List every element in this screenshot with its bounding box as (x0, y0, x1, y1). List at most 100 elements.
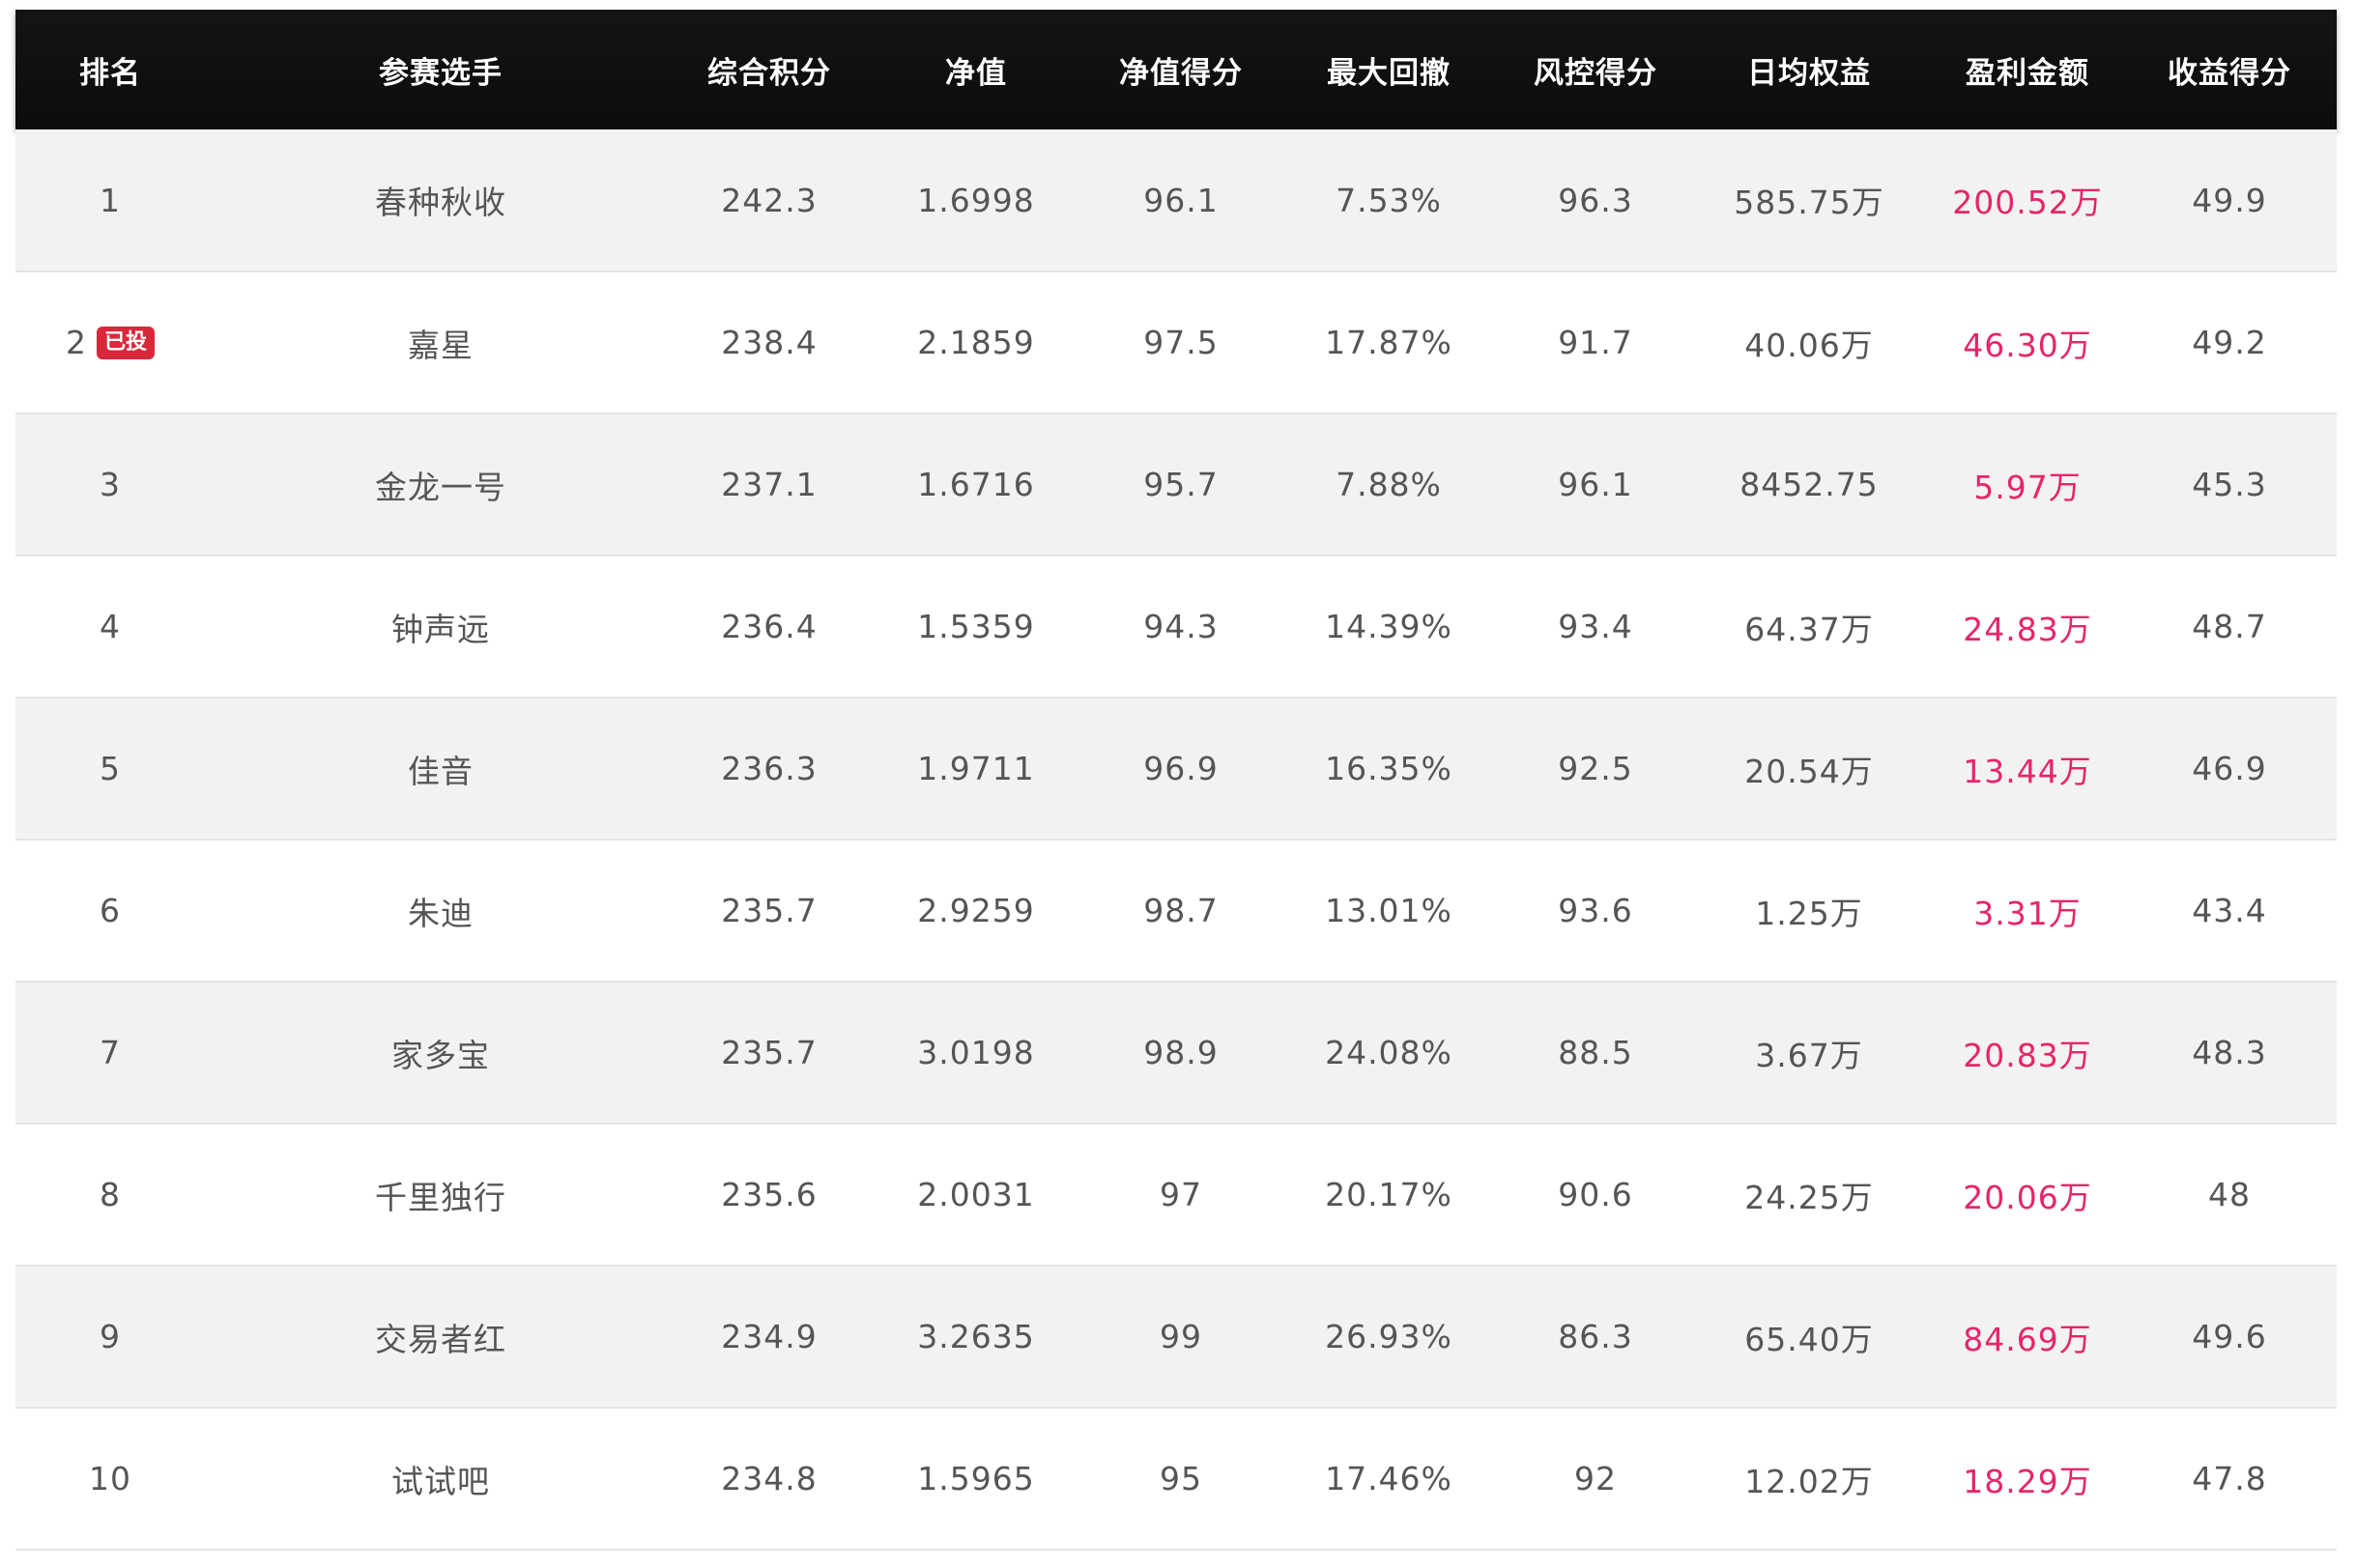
table-row[interactable]: 9 交易者红 234.9 3.2635 99 26.93% 86.3 65.40… (15, 1266, 2337, 1408)
profit-cell: 200.52万 (1952, 184, 2103, 221)
header-row: 排名 参赛选手 综合积分 净值 净值得分 最大回撤 风控得分 日均权益 盈利金额… (15, 10, 2337, 129)
nav-score-cell: 97.5 (1143, 324, 1219, 361)
table-row[interactable]: 7 家多宝 235.7 3.0198 98.9 24.08% 88.5 3.67… (15, 982, 2337, 1124)
nav-cell: 1.6716 (917, 466, 1035, 503)
nav-cell: 2.0031 (917, 1176, 1035, 1213)
profit-cell: 13.44万 (1963, 752, 2092, 790)
equity-cell: 64.37万 (1744, 610, 1874, 648)
rank-value: 5 (100, 750, 121, 787)
drawdown-cell: 17.46% (1325, 1460, 1452, 1497)
drawdown-cell: 14.39% (1325, 608, 1452, 645)
table-row[interactable]: 1 春种秋收 242.3 1.6998 96.1 7.53% 96.3 585.… (15, 129, 2337, 271)
table-row[interactable]: 3 金龙一号 237.1 1.6716 95.7 7.88% 96.1 8452… (15, 413, 2337, 556)
header-score[interactable]: 综合积分 (676, 10, 862, 129)
nav-cell: 1.5965 (917, 1460, 1035, 1497)
nav-cell: 3.2635 (917, 1318, 1035, 1355)
profit-cell: 5.97万 (1973, 468, 2082, 506)
header-risk-score[interactable]: 风控得分 (1506, 10, 1685, 129)
drawdown-cell: 17.87% (1325, 324, 1452, 361)
header-profit[interactable]: 盈利金额 (1933, 10, 2122, 129)
nav-cell: 1.5359 (917, 608, 1035, 645)
player-cell[interactable]: 钟声远 (205, 556, 676, 698)
risk-score-cell: 93.6 (1558, 892, 1633, 929)
return-score-cell: 45.3 (2192, 466, 2267, 503)
rank-cell: 8 (15, 1124, 205, 1266)
player-cell[interactable]: 朱迪 (205, 840, 676, 982)
rank-cell: 9 (15, 1266, 205, 1408)
rank-cell: 10 (15, 1408, 205, 1550)
equity-cell: 585.75万 (1734, 184, 1884, 221)
profit-cell: 20.83万 (1963, 1036, 2092, 1074)
profit-cell: 46.30万 (1963, 326, 2092, 364)
profit-cell: 18.29万 (1963, 1462, 2092, 1500)
nav-score-cell: 98.9 (1143, 1034, 1219, 1071)
risk-score-cell: 86.3 (1558, 1318, 1633, 1355)
rank-cell: 7 (15, 982, 205, 1124)
ranking-table-container: 排名 参赛选手 综合积分 净值 净值得分 最大回撤 风控得分 日均权益 盈利金额… (15, 10, 2337, 1551)
player-cell[interactable]: 家多宝 (205, 982, 676, 1124)
header-nav[interactable]: 净值 (862, 10, 1090, 129)
player-cell[interactable]: 金龙一号 (205, 413, 676, 556)
rank-value: 1 (100, 181, 121, 219)
table-row[interactable]: 5 佳音 236.3 1.9711 96.9 16.35% 92.5 20.54… (15, 698, 2337, 840)
header-nav-score[interactable]: 净值得分 (1090, 10, 1272, 129)
header-player[interactable]: 参赛选手 (205, 10, 676, 129)
nav-score-cell: 96.1 (1143, 181, 1219, 219)
score-cell: 242.3 (721, 181, 818, 219)
profit-cell: 3.31万 (1973, 894, 2082, 932)
header-drawdown[interactable]: 最大回撤 (1272, 10, 1506, 129)
rank-value: 9 (100, 1318, 121, 1355)
profit-cell: 84.69万 (1963, 1320, 2092, 1358)
nav-score-cell: 99 (1160, 1318, 1202, 1355)
drawdown-cell: 7.53% (1336, 181, 1442, 219)
return-score-cell: 49.6 (2192, 1318, 2267, 1355)
equity-cell: 3.67万 (1755, 1036, 1863, 1074)
rank-value: 2 (65, 324, 87, 361)
table-row[interactable]: 6 朱迪 235.7 2.9259 98.7 13.01% 93.6 1.25万… (15, 840, 2337, 982)
drawdown-cell: 20.17% (1325, 1176, 1452, 1213)
player-cell[interactable]: 春种秋收 (205, 129, 676, 271)
table-row[interactable]: 2 已投 嘉星 238.4 2.1859 97.5 17.87% 91.7 40.… (15, 271, 2337, 413)
return-score-cell: 47.8 (2192, 1460, 2267, 1497)
return-score-cell: 46.9 (2192, 750, 2267, 787)
equity-cell: 20.54万 (1744, 752, 1874, 790)
rank-cell: 6 (15, 840, 205, 982)
return-score-cell: 49.9 (2192, 181, 2267, 219)
rank-value: 8 (100, 1176, 121, 1213)
nav-cell: 2.9259 (917, 892, 1035, 929)
player-cell[interactable]: 千里独行 (205, 1124, 676, 1266)
header-equity[interactable]: 日均权益 (1685, 10, 1933, 129)
equity-cell: 24.25万 (1744, 1178, 1874, 1216)
header-rank[interactable]: 排名 (15, 10, 205, 129)
risk-score-cell: 93.4 (1558, 608, 1633, 645)
rank-value: 7 (100, 1034, 121, 1071)
table-row[interactable]: 10 试试吧 234.8 1.5965 95 17.46% 92 12.02万 … (15, 1408, 2337, 1550)
player-cell[interactable]: 交易者红 (205, 1266, 676, 1408)
table-row[interactable]: 8 千里独行 235.6 2.0031 97 20.17% 90.6 24.25… (15, 1124, 2337, 1266)
risk-score-cell: 90.6 (1558, 1176, 1633, 1213)
equity-cell: 1.25万 (1755, 894, 1863, 932)
nav-score-cell: 95 (1160, 1460, 1202, 1497)
player-cell[interactable]: 试试吧 (205, 1408, 676, 1550)
score-cell: 237.1 (721, 466, 818, 503)
score-cell: 236.4 (721, 608, 818, 645)
rank-cell: 2 已投 (15, 271, 205, 413)
table-row[interactable]: 4 钟声远 236.4 1.5359 94.3 14.39% 93.4 64.3… (15, 556, 2337, 698)
equity-cell: 8452.75 (1739, 466, 1879, 503)
rank-cell: 1 (15, 129, 205, 271)
player-cell[interactable]: 佳音 (205, 698, 676, 840)
score-cell: 234.8 (721, 1460, 818, 1497)
header-return-score[interactable]: 收益得分 (2122, 10, 2337, 129)
rank-value: 6 (100, 892, 121, 929)
drawdown-cell: 7.88% (1336, 466, 1442, 503)
rank-value: 4 (100, 608, 121, 645)
nav-cell: 3.0198 (917, 1034, 1035, 1071)
score-cell: 235.7 (721, 892, 818, 929)
rank-cell: 3 (15, 413, 205, 556)
drawdown-cell: 26.93% (1325, 1318, 1452, 1355)
drawdown-cell: 16.35% (1325, 750, 1452, 787)
score-cell: 236.3 (721, 750, 818, 787)
ranking-table: 排名 参赛选手 综合积分 净值 净值得分 最大回撤 风控得分 日均权益 盈利金额… (15, 10, 2337, 1551)
score-cell: 238.4 (721, 324, 818, 361)
player-cell[interactable]: 嘉星 (205, 271, 676, 413)
